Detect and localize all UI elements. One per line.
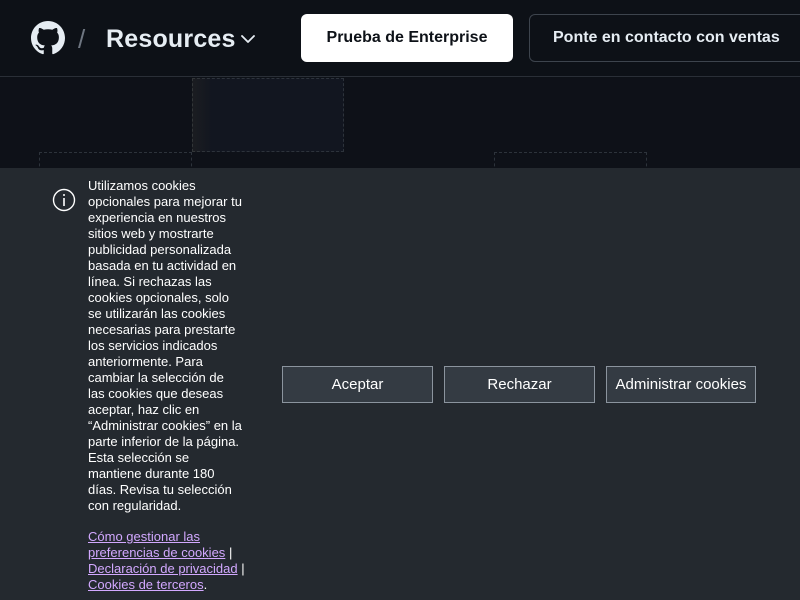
breadcrumb-separator: / xyxy=(78,24,86,54)
section-title[interactable]: Resources xyxy=(106,25,236,54)
privacy-statement-link[interactable]: Declaración de privacidad xyxy=(88,561,238,576)
grid-decoration xyxy=(192,78,344,152)
link-period: . xyxy=(203,577,208,592)
hero-background xyxy=(0,78,800,172)
link-separator: | xyxy=(228,545,233,560)
manage-cookies-button[interactable]: Administrar cookies xyxy=(606,366,756,403)
site-header: / Resources Prueba de Enterprise Ponte e… xyxy=(0,0,800,77)
enterprise-trial-button[interactable]: Prueba de Enterprise xyxy=(301,14,513,62)
cookie-preferences-link[interactable]: Cómo gestionar las preferencias de cooki… xyxy=(88,529,225,560)
third-party-cookies-link[interactable]: Cookies de terceros xyxy=(88,577,204,592)
reject-cookies-button[interactable]: Rechazar xyxy=(444,366,595,403)
cookie-banner: Utilizamos cookies opcionales para mejor… xyxy=(0,168,800,600)
info-icon xyxy=(52,188,76,212)
github-logo-icon[interactable] xyxy=(31,21,65,55)
accept-cookies-button[interactable]: Aceptar xyxy=(282,366,433,403)
chevron-down-icon[interactable] xyxy=(240,34,256,44)
link-separator: | xyxy=(241,561,245,576)
glow-decoration xyxy=(192,78,212,152)
cookie-message: Utilizamos cookies opcionales para mejor… xyxy=(88,178,242,513)
contact-sales-button[interactable]: Ponte en contacto con ventas xyxy=(529,14,800,62)
cookie-links: Cómo gestionar las preferencias de cooki… xyxy=(88,529,248,593)
